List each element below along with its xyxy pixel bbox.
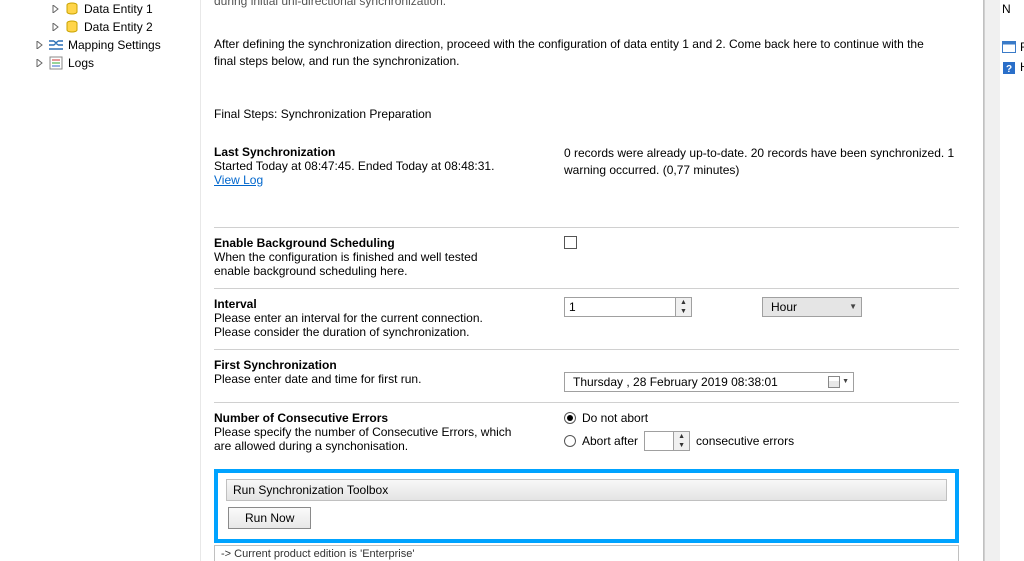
interval-desc2: Please consider the duration of synchron… — [214, 325, 470, 339]
final-steps-heading: Final Steps: Synchronization Preparation — [214, 107, 959, 121]
consecutive-desc1: Please specify the number of Consecutive… — [214, 425, 511, 439]
abort-after-radio[interactable] — [564, 435, 576, 447]
interval-row: Interval Please enter an interval for th… — [214, 288, 959, 349]
tree-item-logs[interactable]: Logs — [6, 54, 194, 72]
tree-label: Data Entity 2 — [84, 20, 153, 34]
database-icon — [64, 1, 80, 17]
spinner-buttons[interactable]: ▲▼ — [673, 432, 689, 450]
tree-label: Data Entity 1 — [84, 2, 153, 16]
log-icon — [48, 55, 64, 71]
spin-down-icon[interactable]: ▼ — [674, 441, 689, 450]
tree-label: Logs — [68, 56, 94, 70]
window-icon — [1002, 41, 1016, 53]
enable-bg-desc2: enable background scheduling here. — [214, 264, 407, 278]
first-sync-desc: Please enter date and time for first run… — [214, 372, 421, 386]
svg-text:?: ? — [1006, 64, 1012, 75]
last-sync-heading: Last Synchronization — [214, 145, 335, 159]
vertical-scrollbar[interactable] — [984, 0, 1000, 561]
chevron-right-icon[interactable] — [34, 39, 46, 51]
right-item-n[interactable]: N — [1002, 2, 1022, 16]
tree-item-data-entity-1[interactable]: Data Entity 1 — [6, 0, 194, 18]
do-not-abort-label: Do not abort — [582, 411, 648, 425]
calendar-dropdown[interactable]: ▼ — [828, 376, 849, 388]
abort-after-label-prefix: Abort after — [582, 434, 638, 448]
consecutive-errors-spinner[interactable]: ▲▼ — [644, 431, 690, 451]
first-sync-datetime-value: Thursday , 28 February 2019 08:38:01 — [573, 375, 778, 389]
chevron-down-icon: ▼ — [842, 378, 849, 385]
tree-item-data-entity-2[interactable]: Data Entity 2 — [6, 18, 194, 36]
right-letter: H — [1020, 60, 1024, 74]
spin-down-icon[interactable]: ▼ — [676, 307, 691, 316]
chevron-right-icon[interactable] — [34, 57, 46, 69]
consecutive-errors-row: Number of Consecutive Errors Please spec… — [214, 402, 959, 463]
right-item-h[interactable]: ? H — [1002, 60, 1022, 74]
chevron-down-icon: ▼ — [849, 302, 857, 311]
interval-unit-value: Hour — [771, 300, 797, 314]
interval-unit-dropdown[interactable]: Hour ▼ — [762, 297, 862, 317]
interval-heading: Interval — [214, 297, 257, 311]
enable-bg-row: Enable Background Scheduling When the co… — [214, 227, 959, 288]
right-letter: R — [1020, 40, 1024, 54]
spinner-buttons[interactable]: ▲▼ — [675, 298, 691, 316]
abort-after-label-suffix: consecutive errors — [696, 434, 794, 448]
consecutive-heading: Number of Consecutive Errors — [214, 411, 388, 425]
right-sidebar: N R ? H — [1000, 0, 1024, 561]
tree-label: Mapping Settings — [68, 38, 161, 52]
last-sync-row: Last Synchronization Started Today at 08… — [214, 137, 959, 197]
first-sync-heading: First Synchronization — [214, 358, 337, 372]
run-toolbox-titlebar: Run Synchronization Toolbox — [226, 479, 947, 501]
enable-bg-heading: Enable Background Scheduling — [214, 236, 395, 250]
view-log-link[interactable]: View Log — [214, 173, 263, 187]
last-sync-times: Started Today at 08:47:45. Ended Today a… — [214, 159, 494, 173]
tree-item-mapping-settings[interactable]: Mapping Settings — [6, 36, 194, 54]
spin-up-icon[interactable]: ▲ — [674, 432, 689, 441]
database-icon — [64, 19, 80, 35]
enable-bg-desc1: When the configuration is finished and w… — [214, 250, 478, 264]
last-sync-status: 0 records were already up-to-date. 20 re… — [564, 145, 959, 179]
run-now-button[interactable]: Run Now — [228, 507, 311, 529]
run-toolbox-highlight: Run Synchronization Toolbox Run Now — [214, 469, 959, 543]
right-letter: N — [1002, 2, 1011, 16]
help-icon: ? — [1002, 61, 1016, 73]
truncated-paragraph: during initial uni-directional synchroni… — [214, 0, 959, 8]
spin-up-icon[interactable]: ▲ — [676, 298, 691, 307]
enable-bg-checkbox[interactable] — [564, 236, 577, 249]
interval-spinner[interactable]: ▲▼ — [564, 297, 692, 317]
first-sync-row: First Synchronization Please enter date … — [214, 349, 959, 402]
do-not-abort-radio[interactable] — [564, 412, 576, 424]
consecutive-desc2: are allowed during a synchonisation. — [214, 439, 408, 453]
right-item-r[interactable]: R — [1002, 40, 1022, 54]
main-panel: during initial uni-directional synchroni… — [206, 0, 984, 561]
chevron-right-icon[interactable] — [50, 21, 62, 33]
first-sync-datetime-picker[interactable]: Thursday , 28 February 2019 08:38:01 ▼ — [564, 372, 854, 392]
mapping-icon — [48, 37, 64, 53]
chevron-right-icon[interactable] — [50, 3, 62, 15]
consecutive-errors-input[interactable] — [645, 432, 673, 450]
interval-input[interactable] — [565, 298, 675, 316]
status-footer: -> Current product edition is 'Enterpris… — [214, 545, 959, 561]
navigation-tree: Data Entity 1 Data Entity 2 Mapping Sett… — [0, 0, 200, 561]
calendar-icon — [828, 376, 840, 388]
instruction-paragraph: After defining the synchronization direc… — [214, 36, 934, 71]
interval-desc1: Please enter an interval for the current… — [214, 311, 483, 325]
